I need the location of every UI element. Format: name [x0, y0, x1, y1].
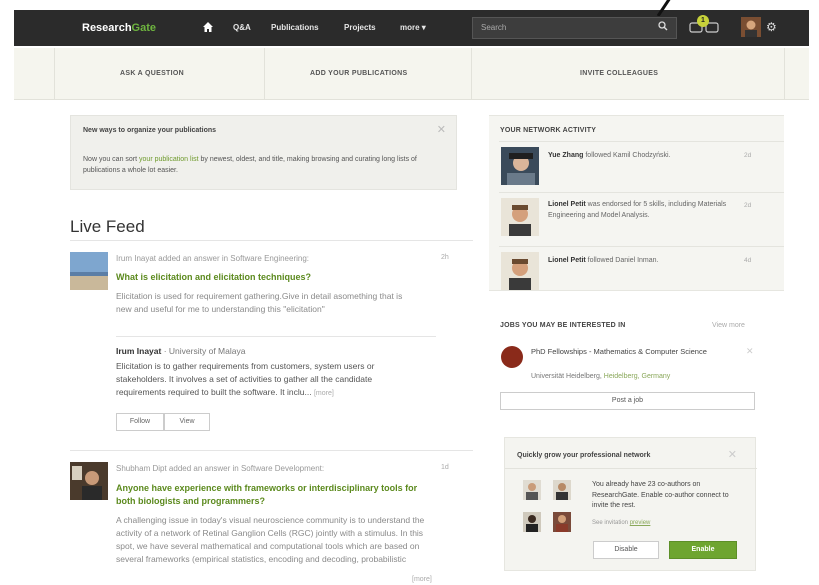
- search-icon[interactable]: [658, 21, 668, 34]
- divider: [499, 246, 784, 247]
- publication-list-link[interactable]: your publication list: [139, 156, 199, 163]
- coauthor-avatar: [523, 512, 541, 532]
- announcement-title: New ways to organize your publications: [83, 127, 217, 134]
- feed-item-meta: Irum Inayat added an answer in Software …: [116, 254, 310, 263]
- disable-button[interactable]: Disable: [593, 541, 659, 559]
- nav-publications[interactable]: Publications: [271, 23, 319, 32]
- network-activity-time: 2d: [744, 152, 752, 159]
- post-job-button[interactable]: Post a job: [500, 392, 755, 410]
- network-user-link[interactable]: Lionel Petit: [548, 201, 586, 208]
- jobs-title: JOBS YOU MAY BE INTERESTED IN: [500, 322, 626, 329]
- researchgate-logo[interactable]: ResearchGate: [82, 22, 156, 34]
- nav-more[interactable]: more ▾: [400, 23, 426, 32]
- coauthor-avatar: [553, 512, 571, 532]
- network-activity-title: YOUR NETWORK ACTIVITY: [500, 127, 597, 134]
- network-user-link[interactable]: Lionel Petit: [548, 257, 586, 264]
- search-placeholder: Search: [481, 23, 507, 32]
- decorative-stroke: [656, 0, 671, 16]
- search-input[interactable]: Search: [472, 17, 677, 39]
- network-avatar[interactable]: [501, 252, 539, 290]
- grow-network-text: You already have 23 co-authors on Resear…: [592, 481, 729, 509]
- add-publications-button[interactable]: ADD YOUR PUBLICATIONS: [310, 70, 407, 77]
- close-icon[interactable]: ✕: [746, 346, 754, 357]
- answer-author-name[interactable]: Irum Inayat: [116, 346, 161, 356]
- answer-text: Elicitation is to gather requirements fr…: [116, 361, 375, 397]
- divider: [784, 48, 785, 100]
- network-avatar[interactable]: [501, 147, 539, 185]
- network-avatar[interactable]: [501, 198, 539, 236]
- answer-author: Irum Inayat · University of Malaya: [116, 346, 246, 356]
- feed-item-thumbnail[interactable]: [70, 462, 108, 500]
- feed-item-thumbnail[interactable]: [70, 252, 108, 290]
- live-feed-title: Live Feed: [70, 217, 145, 236]
- close-icon[interactable]: ✕: [728, 448, 737, 461]
- feed-question-link[interactable]: What is elicitation and elicitation tech…: [116, 271, 436, 284]
- action-strip: ASK A QUESTION ADD YOUR PUBLICATIONS INV…: [14, 48, 809, 100]
- user-avatar[interactable]: [741, 17, 761, 37]
- announcement-body: Now you can sort your publication list b…: [83, 156, 417, 174]
- job-title-link[interactable]: PhD Fellowships - Mathematics & Computer…: [531, 347, 716, 357]
- divider: [264, 48, 265, 100]
- top-navigation-bar: ResearchGate Q&A Publications Projects m…: [14, 10, 809, 46]
- divider: [499, 141, 784, 142]
- more-link[interactable]: [more]: [412, 576, 432, 583]
- settings-gear-icon[interactable]: ⚙: [766, 20, 777, 34]
- feed-item-time: 1d: [441, 464, 449, 471]
- close-icon[interactable]: ✕: [437, 123, 446, 136]
- grow-network-title: Quickly grow your professional network: [517, 452, 651, 459]
- feed-item-time: 2h: [441, 254, 449, 261]
- coauthor-avatar: [523, 480, 541, 500]
- feed-question-excerpt: Elicitation is used for requirement gath…: [116, 291, 403, 314]
- network-activity-text: Lionel Petit followed Daniel Inman.: [548, 257, 659, 264]
- divider: [54, 48, 55, 100]
- network-activity-time: 4d: [744, 257, 752, 264]
- divider: [116, 336, 436, 337]
- nav-qa[interactable]: Q&A: [233, 23, 251, 32]
- notification-badge[interactable]: 1: [697, 15, 709, 27]
- coauthor-avatar: [553, 480, 571, 500]
- grow-network-panel: Quickly grow your professional network ✕…: [504, 437, 757, 571]
- divider: [471, 48, 472, 100]
- nav-projects[interactable]: Projects: [344, 23, 376, 32]
- divider: [499, 192, 784, 193]
- feed-question-link[interactable]: Anyone have experience with frameworks o…: [116, 482, 426, 508]
- divider: [505, 468, 757, 469]
- network-activity-text: Lionel Petit was endorsed for 5 skills, …: [548, 201, 727, 219]
- divider: [70, 450, 473, 451]
- university-logo: [501, 346, 523, 368]
- enable-button[interactable]: Enable: [669, 541, 737, 559]
- preview-link[interactable]: preview: [630, 520, 651, 526]
- network-activity-text: Yue Zhang followed Kamil Chodzyński.: [548, 152, 671, 159]
- home-icon[interactable]: [202, 21, 214, 33]
- feed-item-meta: Shubham Dipt added an answer in Software…: [116, 464, 325, 473]
- jobs-view-more-link[interactable]: View more: [712, 322, 745, 329]
- network-activity-time: 2d: [744, 202, 752, 209]
- invite-colleagues-button[interactable]: INVITE COLLEAGUES: [580, 70, 658, 77]
- more-link[interactable]: [more]: [314, 390, 334, 397]
- divider: [70, 240, 473, 241]
- feed-question-excerpt: A challenging issue in today's visual ne…: [116, 515, 425, 564]
- follow-button[interactable]: Follow: [116, 413, 164, 431]
- network-user-link[interactable]: Yue Zhang: [548, 152, 583, 159]
- ask-question-button[interactable]: ASK A QUESTION: [120, 70, 184, 77]
- view-button[interactable]: View: [164, 413, 210, 431]
- job-location: Universität Heidelberg, Heidelberg, Germ…: [531, 373, 671, 380]
- invitation-preview: See invitation preview: [592, 520, 651, 526]
- announcement-box: New ways to organize your publications ✕…: [70, 115, 457, 190]
